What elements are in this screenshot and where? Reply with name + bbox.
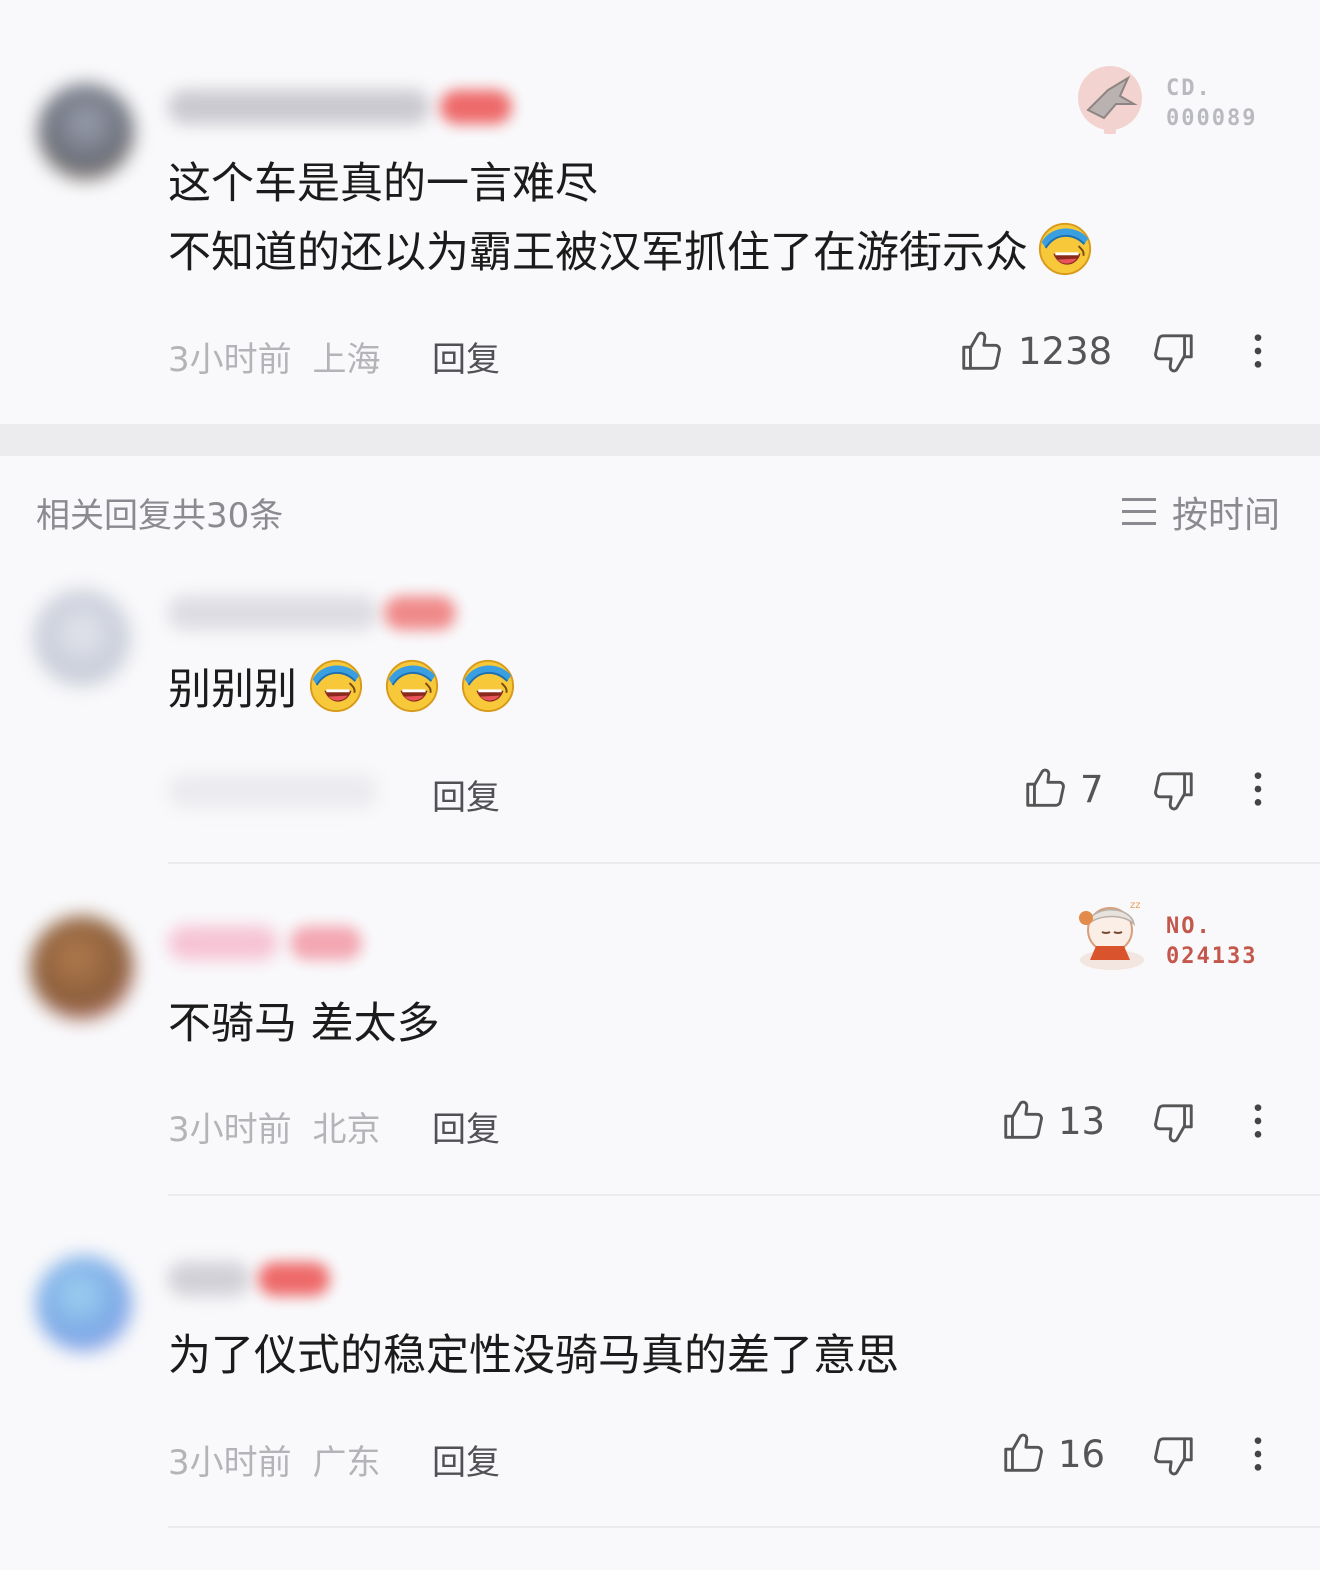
thumbs-up-icon[interactable]: [1000, 1097, 1046, 1143]
user-level-tag: [258, 1262, 330, 1296]
like-count: 16: [1058, 1433, 1106, 1476]
username-blurred[interactable]: [168, 926, 278, 960]
user-level-tag: [290, 926, 362, 960]
badge-label-line1: NO.: [1166, 914, 1212, 939]
more-vertical-icon[interactable]: [1252, 1101, 1264, 1141]
reply-location: 广东: [312, 1443, 381, 1483]
like-count: 7: [1080, 768, 1104, 811]
user-level-tag: [440, 90, 512, 124]
laughing-crying-emoji-icon: [307, 656, 365, 714]
divider: [168, 1526, 1320, 1528]
svg-text:zz: zz: [1130, 900, 1141, 911]
avatar[interactable]: [36, 1256, 132, 1352]
like-count: 1238: [1018, 330, 1113, 373]
comment-text-line1: 这个车是真的一言难尽: [168, 159, 598, 209]
aircraft-badge-icon: [1078, 66, 1142, 134]
divider: [168, 1194, 1320, 1196]
comment-text-line2-wrap: 不知道的还以为霸王被汉军抓住了在游街示众: [168, 219, 1094, 287]
reply-location: 北京: [312, 1110, 381, 1150]
badge-label-line2: 000089: [1166, 106, 1258, 131]
thumbs-down-icon[interactable]: [1151, 768, 1197, 814]
thumbs-up-icon[interactable]: [1022, 765, 1068, 811]
username-blurred[interactable]: [168, 596, 378, 630]
comment-text-line2: 不知道的还以为霸王被汉军抓住了在游街示众: [168, 228, 1028, 278]
thumbs-down-icon[interactable]: [1151, 1433, 1197, 1479]
divider: [168, 862, 1320, 864]
reply-button[interactable]: 回复: [432, 770, 500, 819]
sort-toggle[interactable]: 按时间: [1121, 486, 1280, 538]
username-blurred[interactable]: [168, 90, 430, 124]
meta-blurred: [168, 774, 378, 808]
thumbs-up-icon[interactable]: [1000, 1430, 1046, 1476]
reply-meta: 3小时前 广东: [168, 1435, 380, 1484]
avatar[interactable]: [38, 84, 134, 180]
reply-text-wrap: 别别别: [168, 656, 517, 724]
avatar[interactable]: [30, 916, 134, 1020]
username-blurred[interactable]: [168, 1262, 250, 1296]
reply-time: 3小时前: [168, 1443, 292, 1483]
laughing-crying-emoji-icon: [459, 656, 517, 714]
sort-label: 按时间: [1171, 495, 1280, 536]
reply-text: 为了仪式的稳定性没骑马真的差了意思: [168, 1331, 899, 1381]
thumbs-up-icon[interactable]: [958, 328, 1004, 374]
reply-meta: 3小时前 北京: [168, 1102, 380, 1151]
thumbs-down-icon[interactable]: [1151, 1100, 1197, 1146]
badge-label-line2: 024133: [1166, 944, 1258, 969]
reply-button[interactable]: 回复: [432, 1102, 500, 1151]
reply-time: 3小时前: [168, 1110, 292, 1150]
character-badge-icon: zz: [1079, 900, 1144, 970]
more-vertical-icon[interactable]: [1252, 1434, 1264, 1474]
laughing-crying-emoji-icon: [383, 656, 441, 714]
badge-label-line1: CD.: [1166, 76, 1212, 101]
comment-location: 上海: [312, 340, 381, 380]
replies-count: 相关回复共30条: [36, 496, 284, 536]
reply-button[interactable]: 回复: [432, 332, 500, 381]
more-vertical-icon[interactable]: [1252, 331, 1264, 371]
reply-button[interactable]: 回复: [432, 1435, 500, 1484]
avatar[interactable]: [34, 590, 130, 686]
thumbs-down-icon[interactable]: [1151, 330, 1197, 376]
reply-text: 不骑马 差太多: [168, 999, 440, 1049]
sort-lines-icon: [1121, 498, 1156, 525]
user-level-tag: [384, 596, 456, 630]
laughing-crying-emoji-icon: [1036, 219, 1094, 277]
comment-meta: 3小时前 上海: [168, 332, 380, 381]
section-separator: [0, 424, 1320, 456]
comment-time: 3小时前: [168, 340, 292, 380]
more-vertical-icon[interactable]: [1252, 769, 1264, 809]
reply-text: 别别别: [168, 665, 297, 715]
like-count: 13: [1058, 1100, 1106, 1143]
